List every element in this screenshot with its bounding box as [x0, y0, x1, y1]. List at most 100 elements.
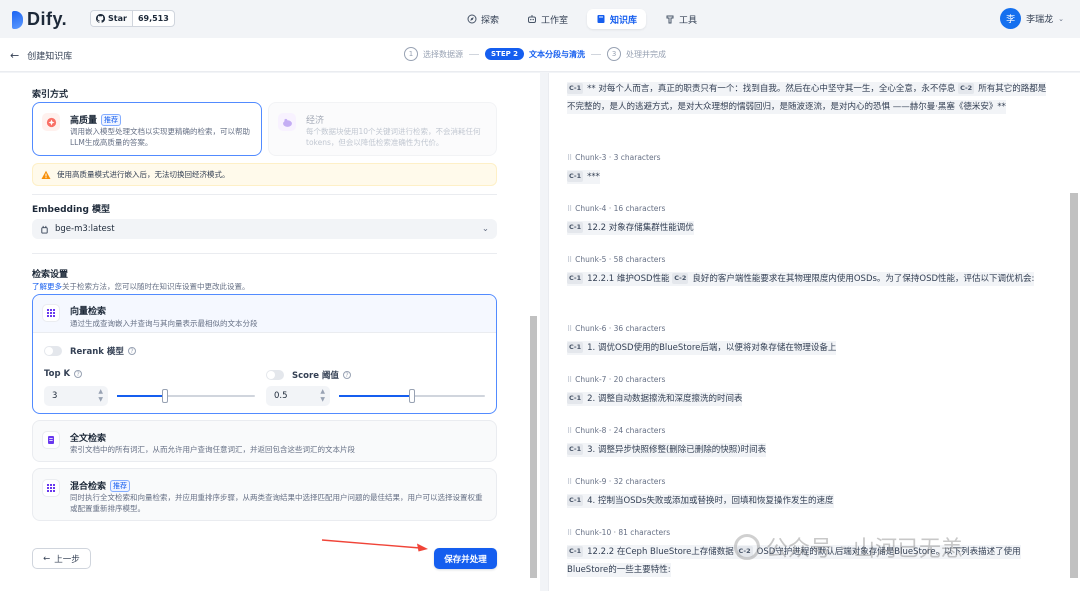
- index-high-quality-option[interactable]: 高质量 推荐 调用嵌入模型处理文档以实现更精确的检索，可以帮助LLM生成高质量的…: [32, 102, 262, 156]
- topk-row: Top K ?: [44, 369, 83, 379]
- chunk-tag: C-1: [567, 83, 584, 94]
- watermark: 公众号 · 山河已无恙: [734, 531, 963, 563]
- previous-step-label: 上一步: [54, 554, 80, 565]
- score-threshold-input[interactable]: 0.5 ▲ ▼: [266, 386, 330, 406]
- vector-search-option[interactable]: 向量检索 通过生成查询嵌入并查询与其向量表示最相似的文本分段 Rerank 模型…: [32, 294, 497, 414]
- fulltext-search-icon: [42, 431, 60, 449]
- right-scrollbar[interactable]: [1070, 78, 1078, 583]
- grid-icon: ⠿: [567, 477, 573, 486]
- nav-knowledge[interactable]: 知识库: [587, 9, 647, 29]
- chevron-down-icon: ⌄: [1058, 14, 1064, 23]
- book-icon: [597, 15, 605, 23]
- nav-explore[interactable]: 探索: [458, 9, 508, 29]
- retrieval-hint-text: 关于检索方法，您可以随时在知识库设置中更改此设置。: [62, 282, 250, 291]
- dify-logo[interactable]: Dify.: [12, 9, 67, 30]
- chunk-first-content: C-1 ** 对每个人而言，真正的职责只有一个：找到自我。然后在心中坚守其一生，全…: [567, 82, 1047, 114]
- chunk-tag: C-1: [567, 444, 584, 455]
- chunk-content: C-1 12.2.1 维护OSD性能 C-2 良好的客户端性能要求在其物理限度内使用…: [567, 272, 1035, 286]
- rerank-label: Rerank 模型: [70, 347, 124, 357]
- high-quality-title-row: 高质量 推荐: [70, 113, 122, 126]
- chunk-meta-text: Chunk-5 · 58 characters: [575, 255, 666, 264]
- learn-more-link[interactable]: 了解更多: [32, 282, 62, 291]
- grid-icon: ⠿: [567, 426, 573, 435]
- left-scrollbar-thumb[interactable]: [530, 316, 537, 578]
- sub-header: ← 创建知识库 1 选择数据源 STEP 2 文本分段与清洗 3 处理并完成: [0, 38, 1080, 72]
- chunk-meta: ⠿ Chunk-9 · 32 characters: [567, 477, 665, 486]
- chunk-item: C-1 ***: [567, 168, 1052, 186]
- chunk-meta: ⠿ Chunk-7 · 20 characters: [567, 375, 665, 384]
- score-slider-fill: [339, 395, 412, 397]
- score-threshold-toggle[interactable]: [266, 370, 284, 380]
- left-scrollbar[interactable]: [529, 76, 538, 581]
- rerank-row: Rerank 模型 ?: [44, 345, 136, 357]
- topk-input[interactable]: 3 ▲ ▼: [44, 386, 108, 406]
- chunk-tag: C-1: [567, 342, 584, 353]
- chunk-text: ***: [587, 172, 600, 182]
- chunk-content: C-1 1. 调优OSD使用的BlueStore后端，以便将对象存储在物理设备上: [567, 341, 837, 355]
- top-bar: Dify. Star 69,513 探索 工作室 知识库 工具 李 李瑞龙 ⌄: [0, 0, 1080, 38]
- fulltext-search-option[interactable]: 全文检索 索引文档中的所有词汇，从而允许用户查询任意词汇，并返回包含这些词汇的文…: [32, 420, 497, 462]
- chunk-text: ** 对每个人而言，真正的职责只有一个：找到自我。然后在心中坚守其一生，全心全意…: [587, 84, 956, 94]
- stepper-arrows-icon[interactable]: ▲ ▼: [320, 388, 325, 404]
- user-menu[interactable]: 李 李瑞龙 ⌄: [1000, 8, 1064, 29]
- embedding-model-select[interactable]: bge-m3:latest ⌄: [32, 219, 497, 239]
- chunk-text: 良好的客户端性能要求在其物理限度内使用OSDs。为了保持OSD性能，评估以下调优…: [692, 274, 1035, 284]
- hybrid-search-option[interactable]: 混合检索 推荐 同时执行全文检索和向量检索，并应用重排序步骤，从两类查询结果中选…: [32, 468, 497, 521]
- robot-icon: [528, 15, 537, 23]
- save-and-process-button[interactable]: 保存并处理: [434, 548, 497, 569]
- topk-value: 3: [52, 391, 58, 401]
- chunk-tag: C-1: [567, 222, 584, 233]
- chevron-down-icon: ⌄: [481, 224, 489, 234]
- chunk-text: 3. 调整异步快照修整(删除已删除的快照)时间表: [587, 445, 767, 455]
- hybrid-search-title-row: 混合检索 推荐: [70, 479, 131, 492]
- back-button[interactable]: ← 创建知识库: [10, 49, 72, 62]
- save-and-process-label: 保存并处理: [444, 554, 487, 565]
- nav-studio[interactable]: 工作室: [518, 9, 577, 29]
- chunk-tag: C-1: [567, 273, 584, 284]
- score-threshold-value: 0.5: [274, 391, 288, 401]
- chunk-meta-text: Chunk-6 · 36 characters: [575, 324, 666, 333]
- model-icon: [41, 225, 48, 234]
- divider: [32, 194, 497, 195]
- help-icon[interactable]: ?: [342, 371, 351, 379]
- step-2: STEP 2 文本分段与清洗: [485, 48, 585, 60]
- economy-title: 经济: [306, 116, 325, 126]
- tool-icon: [666, 15, 674, 24]
- nav-tools[interactable]: 工具: [656, 9, 706, 29]
- step-connector: [469, 53, 479, 55]
- github-star-badge[interactable]: Star 69,513: [90, 10, 175, 27]
- help-icon[interactable]: ?: [127, 347, 136, 355]
- score-threshold-row: Score 阈值 ?: [266, 369, 351, 381]
- topk-slider[interactable]: [117, 389, 255, 403]
- chunk-item: C-1 4. 控制当OSDs失败或添加或替换时，回填和恢复操作发生的速度: [567, 492, 1052, 510]
- chunk-text: 12.2.2 在Ceph BlueStore上存储数据: [587, 547, 734, 557]
- high-quality-title: 高质量: [70, 116, 98, 126]
- chunk-tag: C-1: [567, 393, 584, 404]
- score-threshold-slider[interactable]: [339, 389, 485, 403]
- step-3-number: 3: [607, 47, 622, 61]
- stepper: 1 选择数据源 STEP 2 文本分段与清洗 3 处理并完成: [404, 47, 666, 61]
- high-quality-desc: 调用嵌入模型处理文档以实现更精确的检索，可以帮助LLM生成高质量的答案。: [70, 127, 250, 147]
- index-economy-option[interactable]: 经济 每个数据块使用10个关键词进行检索，不会消耗任何tokens，但会以降低检…: [268, 102, 497, 156]
- hybrid-search-title: 混合检索: [70, 482, 107, 492]
- chunk-meta-text: Chunk-9 · 32 characters: [575, 477, 666, 486]
- score-slider-handle[interactable]: [409, 389, 415, 403]
- rerank-toggle[interactable]: [44, 346, 62, 356]
- embedding-model-value: bge-m3:latest: [55, 224, 115, 234]
- high-quality-icon: [42, 113, 60, 131]
- grid-icon: ⠿: [567, 255, 573, 264]
- chunk-content: C-1 3. 调整异步快照修整(删除已删除的快照)时间表: [567, 443, 767, 457]
- stepper-arrows-icon[interactable]: ▲ ▼: [98, 388, 103, 404]
- chunk-meta: ⠿ Chunk-10 · 81 characters: [567, 528, 670, 537]
- help-icon[interactable]: ?: [74, 370, 83, 378]
- topk-slider-handle[interactable]: [162, 389, 168, 403]
- right-scrollbar-thumb[interactable]: [1070, 193, 1078, 578]
- topk-slider-fill: [117, 395, 165, 397]
- watermark-text: 公众号 · 山河已无恙: [766, 537, 963, 562]
- chunk-content: C-1 4. 控制当OSDs失败或添加或替换时，回填和恢复操作发生的速度: [567, 494, 834, 508]
- chunk-item: C-1 2. 调整自动数据擦洗和深度擦洗的时间表: [567, 390, 1052, 408]
- fulltext-search-title: 全文检索: [70, 434, 107, 444]
- previous-step-button[interactable]: ← 上一步: [32, 548, 91, 569]
- chunk-meta: ⠿ Chunk-3 · 3 characters: [567, 153, 661, 162]
- chunk-meta-text: Chunk-7 · 20 characters: [575, 375, 666, 384]
